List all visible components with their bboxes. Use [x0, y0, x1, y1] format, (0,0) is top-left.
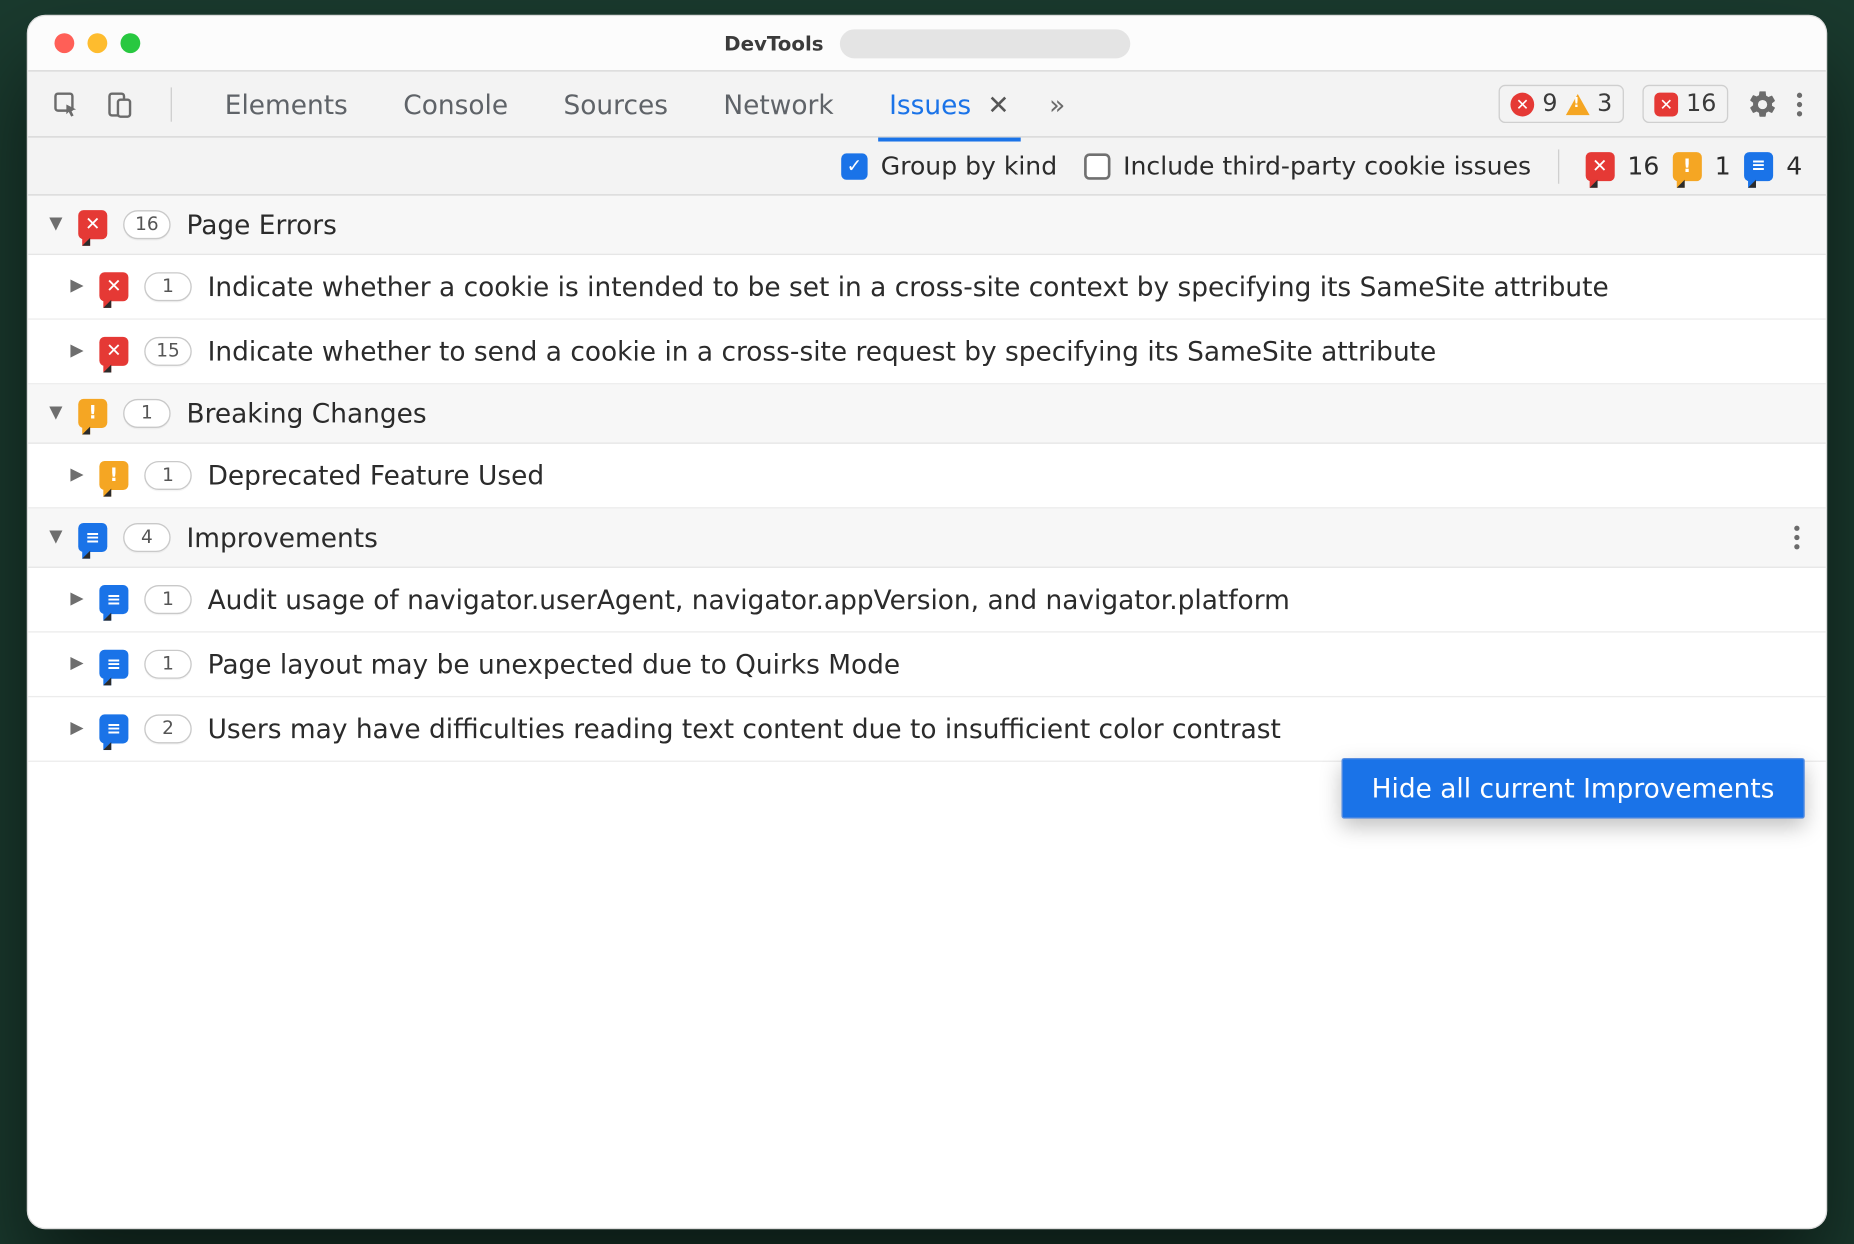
console-warning-count: 3 [1597, 90, 1612, 118]
disclosure-right-icon: ▶ [70, 588, 83, 608]
group-by-kind-label: Group by kind [881, 151, 1057, 180]
issue-item[interactable]: ▶ ≡ 2 Users may have difficulties reading t… [28, 697, 1826, 762]
issue-label: Indicate whether to send a cookie in a c… [208, 333, 1805, 370]
breaking-icon: ! [78, 399, 107, 428]
divider [1557, 149, 1558, 183]
issues-list: ▼ ✕ 16 Page Errors ▶ ✕ 1 Indicate whether a coo… [28, 196, 1826, 1228]
group-count-badge: 1 [123, 399, 171, 428]
group-by-kind-checkbox[interactable]: Group by kind [841, 151, 1057, 180]
tab-sources[interactable]: Sources [548, 80, 684, 128]
inspect-element-icon[interactable] [52, 89, 81, 118]
devtools-window: DevTools Elements Console Sources Networ… [27, 15, 1827, 1229]
checkbox-unchecked-icon [1084, 153, 1110, 179]
close-tab-icon[interactable]: ✕ [987, 88, 1009, 120]
disclosure-right-icon: ▶ [70, 340, 83, 360]
issue-item[interactable]: ▶ ≡ 1 Page layout may be unexpected due to … [28, 633, 1826, 698]
disclosure-down-icon: ▼ [49, 526, 62, 546]
group-count-badge: 4 [123, 523, 171, 552]
errors-icon: ✕ [99, 272, 128, 301]
titlebar: DevTools [28, 16, 1826, 71]
window-subtitle-pill [839, 29, 1129, 58]
tab-issues[interactable]: Issues ✕ [873, 80, 1025, 128]
issue-label: Audit usage of navigator.userAgent, navi… [208, 581, 1805, 618]
device-toolbar-icon[interactable] [105, 89, 134, 118]
third-party-label: Include third-party cookie issues [1123, 151, 1531, 180]
issue-item[interactable]: ▶! 1 Deprecated Feature Used [28, 444, 1826, 509]
issue-label: Indicate whether a cookie is intended to… [208, 268, 1805, 305]
window-title: DevTools [724, 31, 823, 55]
disclosure-down-icon: ▼ [49, 402, 62, 422]
context-menu: Hide all current Improvements [1341, 758, 1805, 819]
errors-icon: ✕ [78, 210, 107, 239]
tab-console[interactable]: Console [387, 80, 523, 128]
checkbox-checked-icon [841, 153, 867, 179]
third-party-checkbox[interactable]: Include third-party cookie issues [1084, 151, 1532, 180]
issue-item[interactable]: ▶ ✕ 1 Indicate whether a cookie is intended… [28, 255, 1826, 320]
issue-kind-counts: ✕ 16 ! 1 ≡ 4 [1585, 151, 1802, 180]
divider [171, 87, 172, 121]
group-header-errors[interactable]: ▼ ✕ 16 Page Errors [28, 196, 1826, 255]
breaking-count: 1 [1715, 151, 1731, 180]
errors-count: 16 [1627, 151, 1659, 180]
console-errors-chip[interactable]: ✕ 9 3 [1499, 85, 1624, 123]
error-icon: ✕ [1654, 92, 1678, 116]
disclosure-right-icon: ▶ [70, 276, 83, 296]
disclosure-right-icon: ▶ [70, 464, 83, 484]
errors-icon: ✕ [99, 337, 128, 366]
issue-count-badge: 1 [144, 461, 192, 490]
more-tabs-icon[interactable]: » [1049, 88, 1065, 120]
group-kebab-icon[interactable] [1794, 526, 1799, 550]
improvements-icon: ≡ [99, 714, 128, 743]
breaking-icon: ! [1673, 151, 1702, 180]
issues-count: 16 [1686, 90, 1716, 118]
issue-item[interactable]: ▶ ✕ 15 Indicate whether to send a cookie in… [28, 320, 1826, 385]
breaking-icon: ! [99, 461, 128, 490]
tab-elements[interactable]: Elements [209, 80, 364, 128]
tabstrip: Elements Console Sources Network Issues … [28, 72, 1826, 138]
group-title: Improvements [186, 522, 377, 554]
kebab-menu-icon[interactable] [1797, 92, 1802, 116]
group-title: Breaking Changes [186, 398, 426, 430]
disclosure-right-icon: ▶ [70, 653, 83, 673]
menu-item-hide-improvements[interactable]: Hide all current Improvements [1343, 759, 1804, 817]
issue-label: Users may have difficulties reading text… [208, 710, 1805, 747]
issue-label: Page layout may be unexpected due to Qui… [208, 646, 1805, 683]
issue-count-badge: 2 [144, 714, 192, 743]
issue-label: Deprecated Feature Used [208, 457, 1805, 494]
tab-issues-label: Issues [889, 88, 971, 120]
group-count-badge: 16 [123, 210, 171, 239]
console-error-count: 9 [1542, 90, 1557, 118]
group-header-improvements[interactable]: ▼ ≡ 4 Improvements [28, 508, 1826, 567]
group-header-breaking[interactable]: ▼! 1 Breaking Changes [28, 384, 1826, 443]
issue-count-badge: 15 [144, 337, 192, 366]
improvement-icon: ≡ [1744, 151, 1773, 180]
issue-count-badge: 1 [144, 272, 192, 301]
warning-icon [1565, 93, 1589, 114]
improvements-count: 4 [1786, 151, 1802, 180]
improvements-icon: ≡ [99, 585, 128, 614]
disclosure-down-icon: ▼ [49, 213, 62, 233]
error-icon: ✕ [1511, 92, 1535, 116]
issues-toolbar: Group by kind Include third-party cookie… [28, 138, 1826, 196]
issues-chip[interactable]: ✕ 16 [1643, 85, 1729, 123]
improvements-icon: ≡ [78, 523, 107, 552]
issue-item[interactable]: ▶ ≡ 1 Audit usage of navigator.userAgent, n… [28, 568, 1826, 633]
group-title: Page Errors [186, 209, 336, 241]
issue-count-badge: 1 [144, 585, 192, 614]
error-icon: ✕ [1585, 151, 1614, 180]
improvements-icon: ≡ [99, 650, 128, 679]
issue-count-badge: 1 [144, 650, 192, 679]
tab-network[interactable]: Network [708, 80, 850, 128]
disclosure-right-icon: ▶ [70, 718, 83, 738]
settings-icon[interactable] [1747, 88, 1779, 120]
